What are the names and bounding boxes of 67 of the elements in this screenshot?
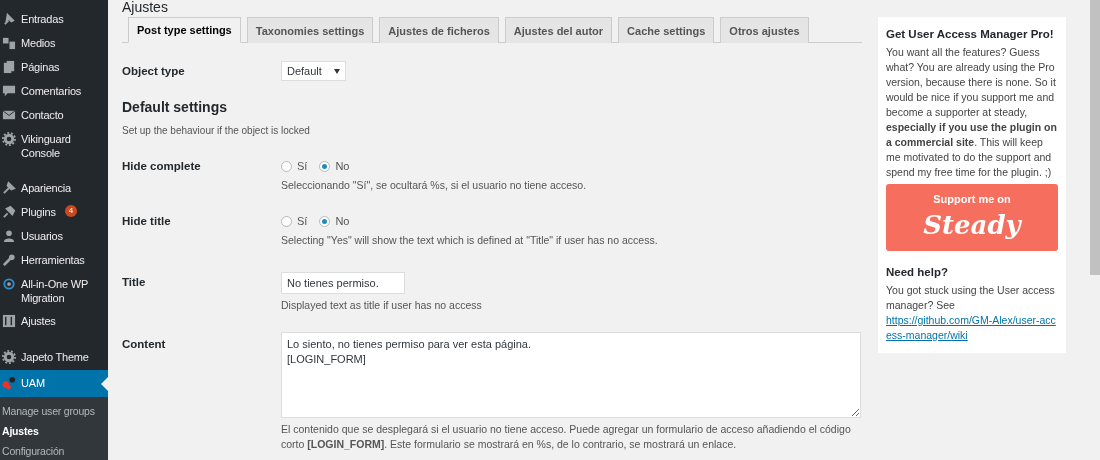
menu-icon [2,350,16,364]
field-label: Hide title [122,214,172,227]
tab[interactable]: Ajustes del autor [504,17,613,43]
tab[interactable]: Cache settings [618,17,715,43]
wiki-link[interactable]: https://github.com/GM-Alex/user-access-manager/wiki [886,313,1058,343]
submenu-item[interactable]: Ajustes [0,421,108,441]
menu-item[interactable]: Entradas [0,8,108,32]
object-type-dropdown[interactable]: Default [281,61,346,81]
field-label: Content [122,337,167,350]
tab[interactable]: Post type settings [128,17,241,43]
menu-item[interactable]: Apariencia [0,177,108,201]
submenu-item[interactable]: Manage user groups [0,401,108,421]
promo-text: You want all the features? Guess what? You are already using the Pro version, because there is none. So it would be nice if you support me and become a supporter at steady, especially if you use the plugin on a commercial site. This will keep me motivated to do the support and spend my free time for the plugin. ;) [886,45,1058,180]
menu-icon [2,205,16,219]
help-text: Selecting "Yes" will show the text which is defined at "Title" if user has no access. [281,233,659,248]
menu-item[interactable]: Páginas [0,56,108,80]
radio-label[interactable]: Sí [297,160,308,172]
menu-icon [2,376,16,390]
section-heading: Default settings [122,99,228,115]
menu-item[interactable]: Ajustes [0,310,108,334]
field-label: Object type [122,65,186,77]
title-input[interactable]: No tienes permiso. [281,272,405,294]
menu-item-row[interactable]: Plugins 4 [0,201,108,225]
menu-icon [2,36,16,50]
menu-item[interactable]: Medios [0,32,108,56]
help-text: Displayed text as title if user has no access [281,298,483,313]
radio-button[interactable] [281,160,292,172]
radio-label[interactable]: No [335,160,350,172]
menu-icon [2,181,16,195]
menu-item[interactable]: Contacto [0,104,108,128]
count-badge: 4 [64,205,77,217]
menu-icon [2,229,16,243]
menu-item[interactable]: Herramientas [0,249,108,273]
field-label: Hide complete [122,159,202,172]
field-label: Title [122,275,147,288]
menu-item[interactable]: Vikinguard Console [0,128,108,165]
menu-icon [2,132,16,146]
menu-item[interactable]: UAM [0,370,108,397]
help-text: Seleccionando "Sí", se ocultará %s, si el usuario no tiene acceso. [281,178,588,193]
caret-icon [333,68,340,74]
help-text: El contenido que se desplegará si el usuario no tiene acceso. Puede agregar un formulario de acceso añadiendo el código corto [LOGIN_FORM]. Este formulario se mostrará en %s, de lo contrario, se mostrará un enlace. [281,422,852,452]
radio-button[interactable] [281,215,292,227]
content-textarea[interactable]: Lo siento, no tienes permiso para ver esta página. [LOGIN_FORM] [281,332,861,418]
promo-heading: Get User Access Manager Pro! [886,27,1055,42]
page-title: Ajustes [122,0,169,16]
help-heading: Need help? [886,265,949,280]
menu-item[interactable]: Japeto Theme [0,346,108,370]
menu-label: Plugins [21,205,56,219]
radio-label[interactable]: No [335,215,350,227]
help-text: You got stuck using the User access manager? See https://github.com/GM-Alex/user-access-manager/wiki [886,283,1058,343]
menu-icon [2,12,16,26]
menu-icon [2,253,16,267]
tab[interactable]: Otros ajustes [720,17,809,43]
radio-button[interactable] [319,215,331,227]
menu-icon [2,60,16,74]
menu-icon [2,277,16,291]
tab[interactable]: Taxonomies settings [246,17,374,43]
menu-item[interactable]: Comentarios [0,80,108,104]
scrollbar[interactable] [1090,0,1100,275]
tab[interactable]: Ajustes de ficheros [379,17,499,43]
menu-item[interactable]: Usuarios [0,225,108,249]
radio-button[interactable] [319,160,331,172]
submenu-item[interactable]: Configuración [0,441,108,460]
radio-label[interactable]: Sí [297,215,308,227]
section-description: Set up the behaviour if the object is locked [122,125,311,136]
menu-icon [2,84,16,98]
menu-item[interactable]: All-in-One WP Migration [0,273,108,310]
